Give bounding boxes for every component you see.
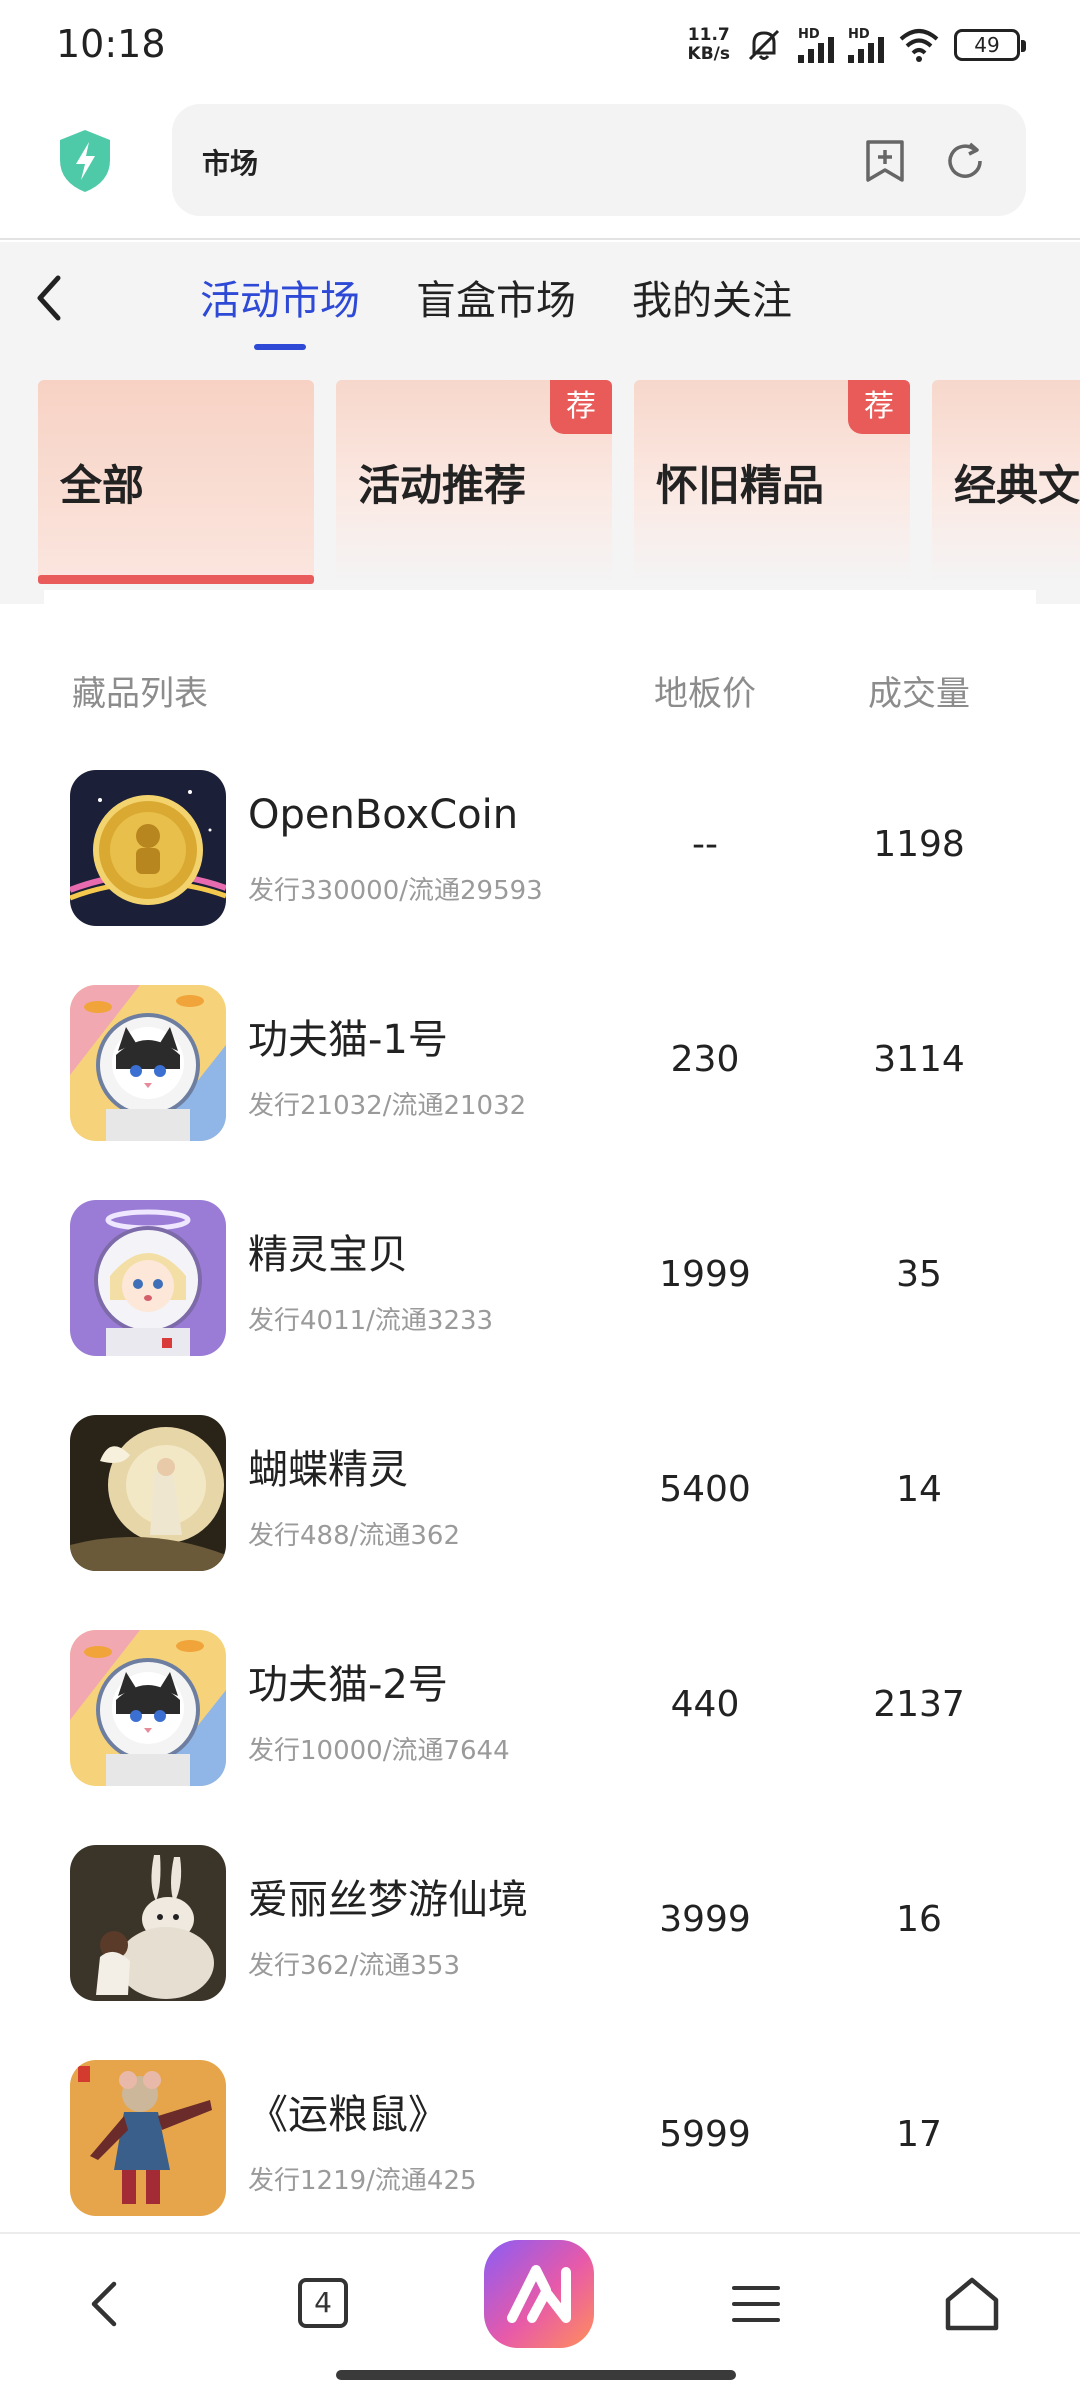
recommend-badge: 荐 (550, 380, 612, 434)
category-activity-recommend[interactable]: 活动推荐 荐 (336, 380, 612, 584)
tab-switcher-button[interactable]: 4 (292, 2272, 356, 2336)
signal-1-icon: HD (798, 27, 834, 63)
tab-blindbox-market[interactable]: 盲盒市场 (416, 268, 576, 350)
mute-bell-icon (748, 29, 780, 61)
kungfu-cat-thumbnail (70, 1630, 226, 1786)
list-item[interactable]: 蝴蝶精灵 发行488/流通362 5400 14 (0, 1415, 1080, 1630)
list-item[interactable]: 精灵宝贝 发行4011/流通3233 1999 35 (0, 1200, 1080, 1415)
category-nostalgic[interactable]: 怀旧精品 荐 (634, 380, 910, 584)
app-logo-icon[interactable] (482, 2238, 596, 2350)
list-item[interactable]: 功夫猫-1号 发行21032/流通21032 230 3114 (0, 985, 1080, 1200)
coin-thumbnail (70, 770, 226, 926)
tab-my-follows[interactable]: 我的关注 (632, 268, 792, 350)
signal-2-icon: HD (848, 27, 884, 63)
status-time: 10:18 (56, 22, 166, 66)
market-tabs: 活动市场 盲盒市场 我的关注 (200, 268, 792, 350)
tab-count: 4 (298, 2278, 348, 2328)
butterfly-spirit-thumbnail (70, 1415, 226, 1571)
kungfu-cat-thumbnail (70, 985, 226, 1141)
home-icon[interactable] (940, 2272, 1004, 2336)
category-row: 全部 活动推荐 荐 怀旧精品 荐 经典文 (38, 380, 1080, 584)
recommend-badge: 荐 (848, 380, 910, 434)
status-bar: 10:18 11.7 KB/s HD HD 49 (0, 0, 1080, 90)
collection-list: OpenBoxCoin 发行330000/流通29593 -- 1198 功夫猫… (0, 770, 1080, 2275)
home-indicator[interactable] (336, 2370, 736, 2380)
category-classic[interactable]: 经典文 (932, 380, 1080, 584)
list-item[interactable]: 爱丽丝梦游仙境 发行362/流通353 3999 16 (0, 1845, 1080, 2060)
add-bookmark-icon[interactable] (862, 138, 908, 184)
menu-icon[interactable] (724, 2272, 788, 2336)
browser-toolbar: 市场 (0, 90, 1080, 240)
grain-mouse-thumbnail (70, 2060, 226, 2216)
reload-icon[interactable] (942, 138, 988, 184)
back-arrow-icon[interactable] (30, 270, 70, 326)
shield-bolt-icon[interactable] (56, 128, 114, 194)
panel-edge (44, 590, 1036, 624)
list-header-volume[interactable]: 成交量 (868, 666, 970, 715)
status-icons: 11.7 KB/s HD HD 49 (687, 20, 1026, 70)
tab-activity-market[interactable]: 活动市场 (200, 268, 360, 350)
battery-icon: 49 (954, 29, 1026, 61)
spirit-baby-thumbnail (70, 1200, 226, 1356)
alice-rabbit-thumbnail (70, 1845, 226, 2001)
address-text[interactable]: 市场 (202, 142, 258, 182)
category-all[interactable]: 全部 (38, 380, 314, 584)
wifi-icon (899, 29, 939, 62)
list-header-price[interactable]: 地板价 (654, 666, 756, 715)
list-item[interactable]: OpenBoxCoin 发行330000/流通29593 -- 1198 (0, 770, 1080, 985)
address-bar[interactable]: 市场 (172, 104, 1026, 216)
network-speed: 11.7 KB/s (687, 25, 730, 64)
list-header-name: 藏品列表 (72, 674, 208, 714)
list-item[interactable]: 功夫猫-2号 发行10000/流通7644 440 2137 (0, 1630, 1080, 1845)
nav-back-icon[interactable] (74, 2272, 138, 2336)
